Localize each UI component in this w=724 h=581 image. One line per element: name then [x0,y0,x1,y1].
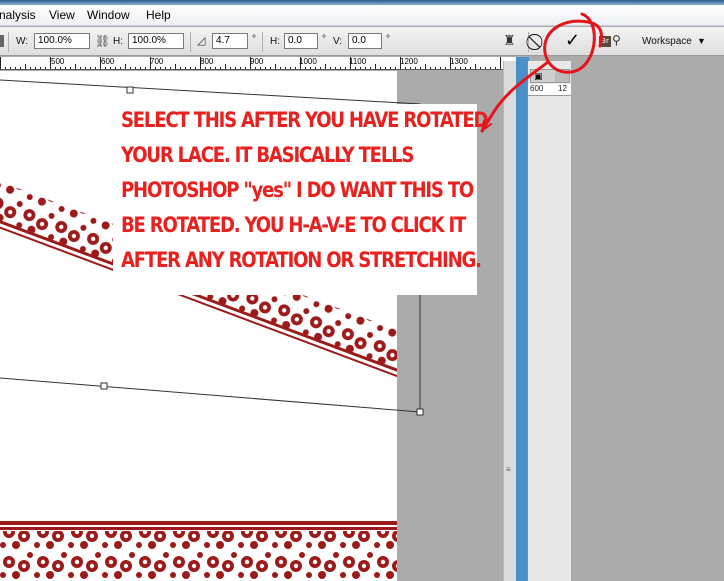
red-circle-annotation [480,12,603,133]
photoshop-window: nalysis View Window Help W: 100.0% ⛓ H: … [0,0,724,581]
